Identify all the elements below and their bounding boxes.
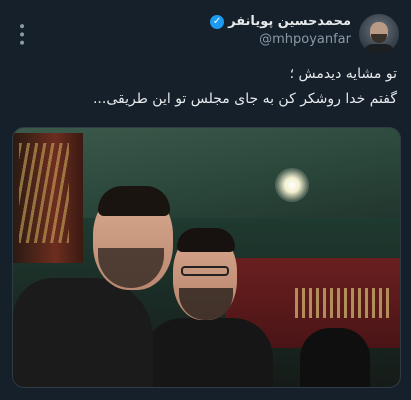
- tweet-text-line-2: گفتم خدا روشکر کن به جای مجلس تو این طری…: [92, 91, 397, 107]
- handle[interactable]: @mhpoyanfar: [210, 32, 351, 47]
- more-options-icon[interactable]: •••: [13, 22, 29, 47]
- tweet-text-line-1: تو مشایه دیدمش ؛: [289, 66, 397, 82]
- display-name[interactable]: محمدحسین پویانفر: [228, 14, 351, 29]
- avatar[interactable]: [359, 14, 399, 54]
- tweet-text: تو مشایه دیدمش ؛ گفتم خدا روشکر کن به جا…: [17, 62, 397, 112]
- tweet: ••• محمدحسین پویانفر ✓ @mhpoyanfar تو مش…: [0, 0, 411, 400]
- tweet-author: محمدحسین پویانفر ✓ @mhpoyanfar: [210, 14, 351, 47]
- verified-badge-icon: ✓: [210, 14, 225, 29]
- tweet-photo[interactable]: [12, 127, 401, 388]
